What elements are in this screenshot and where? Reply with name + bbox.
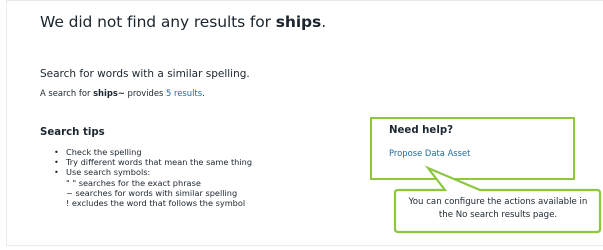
callout-line-2: the No search results page. xyxy=(438,210,558,220)
callout-text: You can configure the actions available … xyxy=(402,196,594,222)
callout-line-1: You can configure the actions available … xyxy=(408,197,588,207)
